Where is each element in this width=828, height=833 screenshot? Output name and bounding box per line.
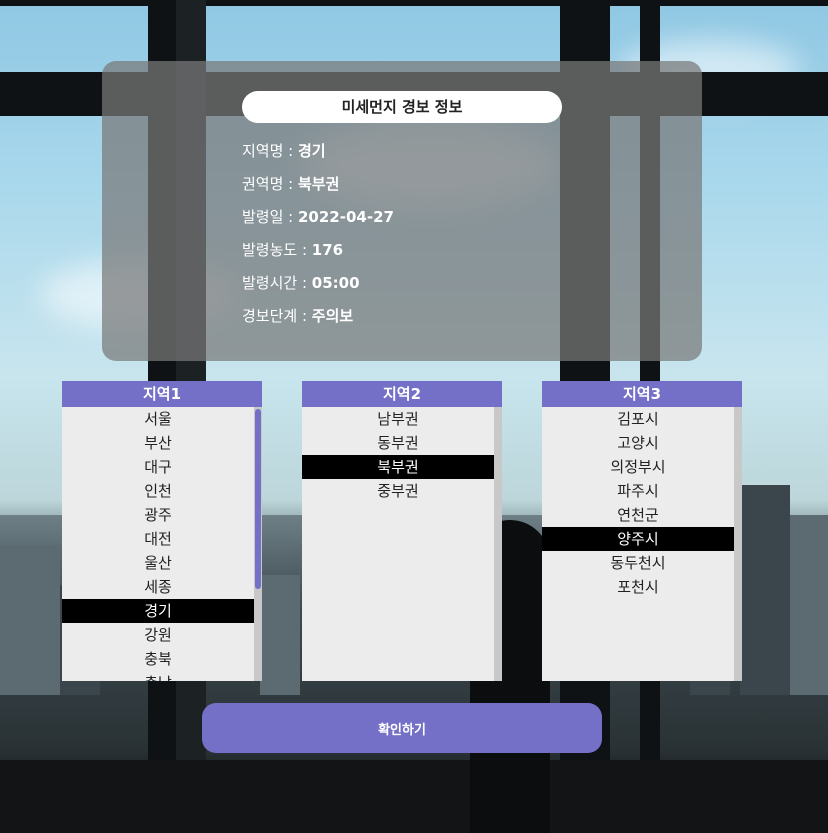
region2-option[interactable]: 남부권: [302, 407, 494, 431]
info-value: 05:00: [311, 274, 360, 292]
info-value: 176: [311, 241, 344, 259]
card-title: 미세먼지 경보 정보: [242, 91, 562, 123]
info-label: 발령농도 :: [242, 241, 312, 259]
region2-header: 지역2: [302, 381, 502, 407]
info-row-region: 지역명 : 경기: [242, 141, 326, 161]
region3-option[interactable]: 연천군: [542, 503, 734, 527]
region3-header: 지역3: [542, 381, 742, 407]
region3-option[interactable]: 포천시: [542, 575, 734, 599]
info-label: 지역명 :: [242, 142, 298, 160]
region3-option[interactable]: 의정부시: [542, 455, 734, 479]
region2-option-selected[interactable]: 북부권: [302, 455, 494, 479]
region1-scrollbar-thumb[interactable]: [255, 409, 261, 589]
region3-option[interactable]: 고양시: [542, 431, 734, 455]
region1-option[interactable]: 울산: [62, 551, 254, 575]
region1-option[interactable]: 서울: [62, 407, 254, 431]
region3-option[interactable]: 파주시: [542, 479, 734, 503]
info-value: 2022-04-27: [298, 208, 394, 226]
region1-option[interactable]: 광주: [62, 503, 254, 527]
region3-list[interactable]: 지역3 김포시 고양시 의정부시 파주시 연천군 양주시 동두천시 포천시: [542, 381, 742, 681]
region3-option[interactable]: 김포시: [542, 407, 734, 431]
region2-option[interactable]: 중부권: [302, 479, 494, 503]
region1-option[interactable]: 충남: [62, 671, 254, 681]
info-row-date: 발령일 : 2022-04-27: [242, 207, 394, 227]
alert-info-card: 미세먼지 경보 정보 지역명 : 경기 권역명 : 북부권 발령일 : 2022…: [102, 61, 702, 361]
region1-option[interactable]: 대구: [62, 455, 254, 479]
region1-options[interactable]: 서울 부산 대구 인천 광주 대전 울산 세종 경기 강원 충북 충남: [62, 407, 262, 681]
region3-scrollbar[interactable]: [734, 407, 742, 681]
info-value: 경기: [298, 142, 326, 160]
region1-option[interactable]: 충북: [62, 647, 254, 671]
region3-option-selected[interactable]: 양주시: [542, 527, 734, 551]
region2-option[interactable]: 동부권: [302, 431, 494, 455]
region1-option-selected[interactable]: 경기: [62, 599, 254, 623]
region1-header: 지역1: [62, 381, 262, 407]
region1-option[interactable]: 대전: [62, 527, 254, 551]
region1-scrollbar[interactable]: [254, 407, 262, 681]
info-label: 권역명 :: [242, 175, 298, 193]
region1-option[interactable]: 인천: [62, 479, 254, 503]
region1-option[interactable]: 부산: [62, 431, 254, 455]
region2-scrollbar[interactable]: [494, 407, 502, 681]
region1-option[interactable]: 강원: [62, 623, 254, 647]
info-row-zone: 권역명 : 북부권: [242, 174, 339, 194]
region1-list[interactable]: 지역1 서울 부산 대구 인천 광주 대전 울산 세종 경기 강원 충북 충남: [62, 381, 262, 681]
region2-list[interactable]: 지역2 남부권 동부권 북부권 중부권: [302, 381, 502, 681]
info-row-concentration: 발령농도 : 176: [242, 240, 343, 260]
info-row-time: 발령시간 : 05:00: [242, 273, 360, 293]
info-value: 북부권: [298, 175, 340, 193]
region3-option[interactable]: 동두천시: [542, 551, 734, 575]
confirm-button[interactable]: 확인하기: [202, 703, 602, 753]
region1-option[interactable]: 세종: [62, 575, 254, 599]
info-row-level: 경보단계 : 주의보: [242, 306, 353, 326]
info-label: 경보단계 :: [242, 307, 312, 325]
info-label: 발령일 :: [242, 208, 298, 226]
info-label: 발령시간 :: [242, 274, 312, 292]
info-value: 주의보: [311, 307, 354, 325]
region3-options[interactable]: 김포시 고양시 의정부시 파주시 연천군 양주시 동두천시 포천시: [542, 407, 742, 681]
region2-options[interactable]: 남부권 동부권 북부권 중부권: [302, 407, 502, 681]
